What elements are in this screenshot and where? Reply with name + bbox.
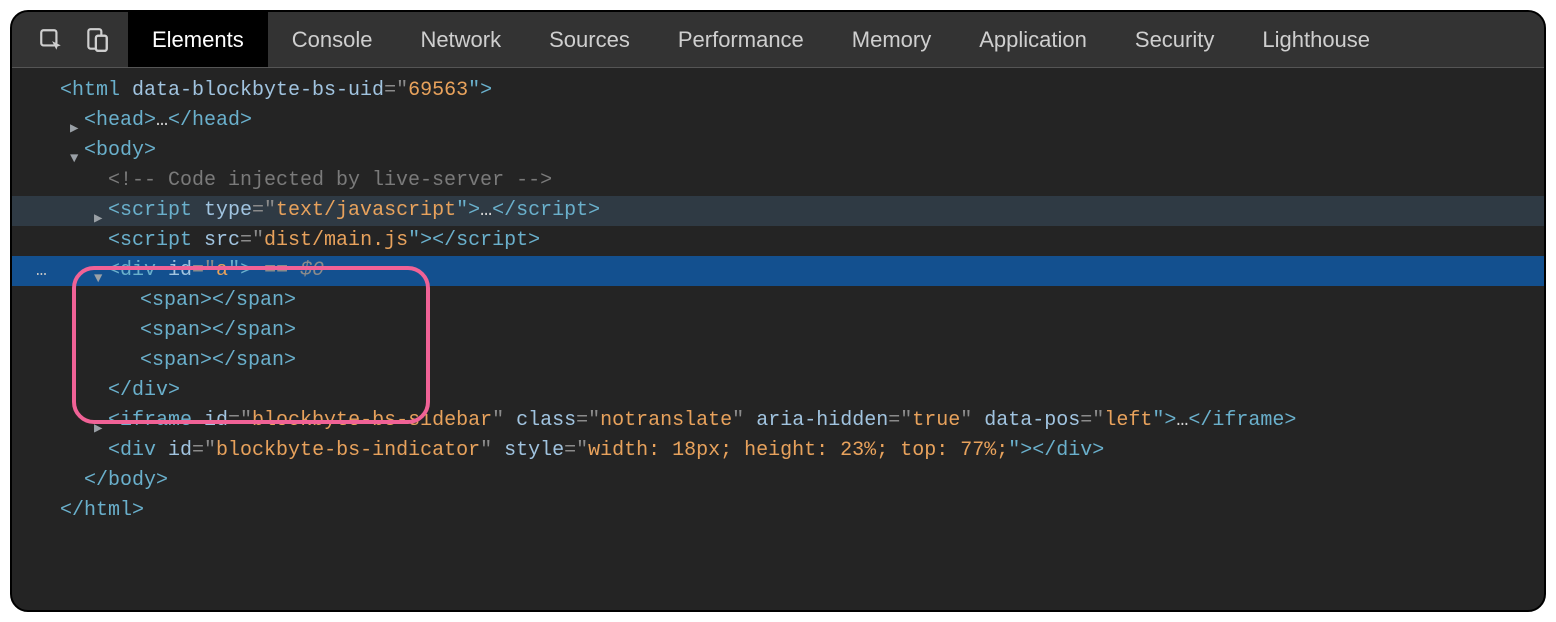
toolbar-icons — [12, 12, 128, 67]
tab-console[interactable]: Console — [268, 12, 397, 67]
dom-node-html-close[interactable]: </html> — [12, 496, 1544, 526]
dom-node-comment[interactable]: <!-- Code injected by live-server --> — [12, 166, 1544, 196]
tab-memory[interactable]: Memory — [828, 12, 955, 67]
dom-tree[interactable]: <html data-blockbyte-bs-uid="69563"> ▶<h… — [12, 68, 1544, 526]
tab-lighthouse[interactable]: Lighthouse — [1238, 12, 1394, 67]
dom-node-script-src[interactable]: <script src="dist/main.js"></script> — [12, 226, 1544, 256]
tab-network[interactable]: Network — [396, 12, 525, 67]
selection-indicator-icon: … — [36, 256, 48, 286]
tab-security[interactable]: Security — [1111, 12, 1238, 67]
dom-node-head[interactable]: ▶<head>…</head> — [12, 106, 1544, 136]
dom-node-iframe[interactable]: ▶<iframe id="blockbyte-bs-sidebar" class… — [12, 406, 1544, 436]
tab-application[interactable]: Application — [955, 12, 1111, 67]
dom-node-body[interactable]: ▼<body> — [12, 136, 1544, 166]
dom-node-html[interactable]: <html data-blockbyte-bs-uid="69563"> — [12, 76, 1544, 106]
device-toggle-icon[interactable] — [84, 27, 110, 53]
tab-performance[interactable]: Performance — [654, 12, 828, 67]
dom-node-span[interactable]: <span></span> — [12, 346, 1544, 376]
dom-node-div-a-selected[interactable]: …▼<div id="a"> == $0 — [12, 256, 1544, 286]
dom-node-span[interactable]: <span></span> — [12, 286, 1544, 316]
inspect-icon[interactable] — [38, 27, 64, 53]
dom-node-script-inline[interactable]: ▶<script type="text/javascript">…</scrip… — [12, 196, 1544, 226]
devtools-toolbar: Elements Console Network Sources Perform… — [12, 12, 1544, 68]
devtools-window: Elements Console Network Sources Perform… — [10, 10, 1546, 612]
dom-node-div-a-close[interactable]: </div> — [12, 376, 1544, 406]
tab-sources[interactable]: Sources — [525, 12, 654, 67]
dom-node-div-indicator[interactable]: <div id="blockbyte-bs-indicator" style="… — [12, 436, 1544, 466]
tab-elements[interactable]: Elements — [128, 12, 268, 67]
dom-node-span[interactable]: <span></span> — [12, 316, 1544, 346]
dom-node-body-close[interactable]: </body> — [12, 466, 1544, 496]
